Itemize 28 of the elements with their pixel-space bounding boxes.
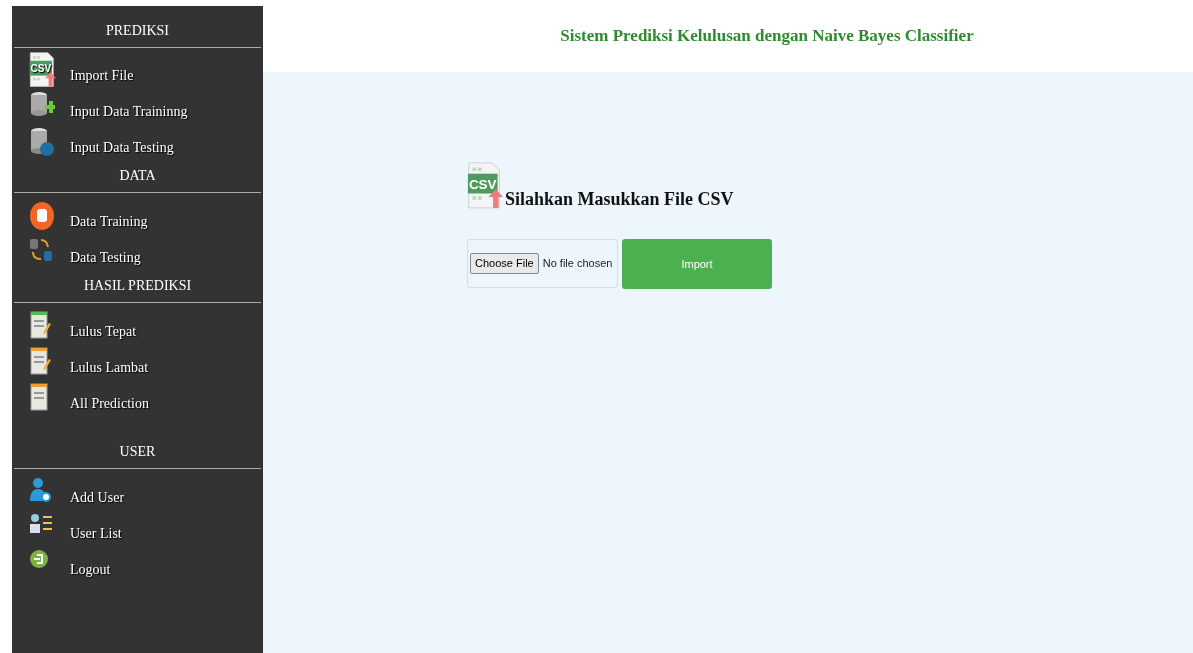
sidebar-item[interactable]: Data Training (12, 201, 263, 234)
sidebar-item[interactable]: Input Data Testing (12, 127, 263, 160)
upload-heading: Silahkan Masukkan File CSV (505, 187, 734, 211)
sidebar-item[interactable]: Data Testing (12, 237, 263, 270)
section-heading: HASIL PREDIKSI (82, 277, 193, 296)
document-edit-icon (29, 311, 51, 342)
sidebar-item[interactable]: All Prediction (12, 383, 263, 416)
csv-file-icon: CSV (467, 162, 503, 209)
sidebar-item[interactable]: Lulus Lambat (12, 347, 263, 380)
sidebar-item[interactable]: Lulus Tepat (12, 311, 263, 344)
section-heading: DATA (118, 167, 157, 186)
sidebar-item[interactable]: Input Data Traininng (12, 91, 263, 124)
page-title: Sistem Prediksi Kelulusan dengan Naive Bayes Classifier (560, 25, 974, 48)
user-add-icon (29, 477, 51, 504)
sidebar-item[interactable]: User List (12, 513, 263, 546)
chart-document-icon (29, 347, 51, 378)
file-status: No file chosen (542, 256, 613, 272)
choose-file-button[interactable]: Choose File (470, 253, 539, 274)
user-list-icon (29, 513, 53, 536)
sidebar-item[interactable]: Logout (12, 549, 263, 582)
section-heading: PREDIKSI (105, 22, 170, 40)
sidebar-item[interactable]: CSV Import File (12, 52, 263, 88)
logout-icon (29, 549, 49, 570)
csv-file-icon: CSV (29, 52, 56, 88)
section-heading: USER (118, 443, 157, 462)
file-input[interactable]: Choose File No file chosen (467, 238, 618, 288)
document-icon (29, 383, 51, 414)
sidebar-item[interactable]: Add User (12, 477, 263, 510)
